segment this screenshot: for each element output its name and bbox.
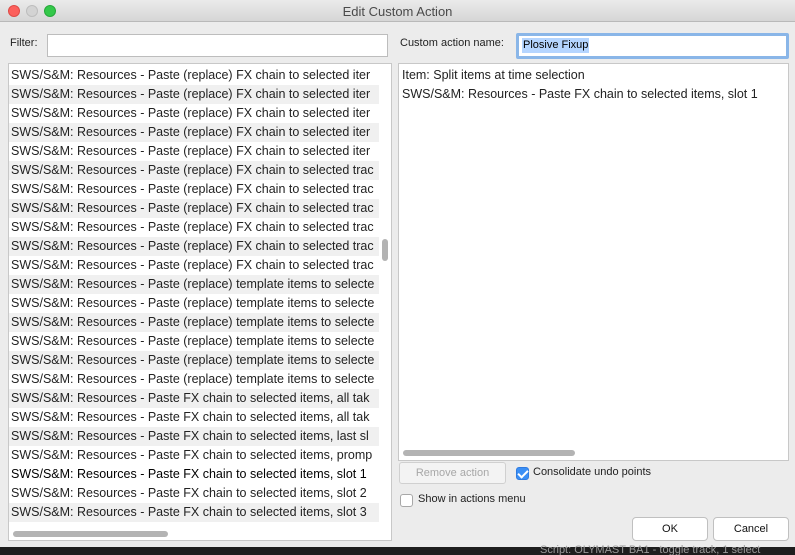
action-list-item[interactable]: SWS/S&M: Resources - Paste (replace) FX …: [9, 85, 379, 104]
action-list-item[interactable]: SWS/S&M: Resources - Paste FX chain to s…: [9, 503, 379, 522]
cancel-button[interactable]: Cancel: [713, 517, 789, 541]
action-list-vertical-scrollbar[interactable]: [382, 239, 388, 261]
steps-horizontal-scrollbar[interactable]: [403, 450, 575, 456]
action-list-item[interactable]: SWS/S&M: Resources - Paste (replace) FX …: [9, 237, 379, 256]
action-list-item[interactable]: SWS/S&M: Resources - Paste FX chain to s…: [9, 446, 379, 465]
action-list-item[interactable]: SWS/S&M: Resources - Paste (replace) FX …: [9, 180, 379, 199]
custom-action-steps-list[interactable]: Item: Split items at time selection SWS/S…: [398, 63, 789, 461]
action-list-item[interactable]: SWS/S&M: Resources - Paste (replace) tem…: [9, 332, 379, 351]
action-list-item[interactable]: SWS/S&M: Resources - Paste (replace) tem…: [9, 313, 379, 332]
background-window-text: Script: OLYMAST BA1 - toggle track, 1 se…: [540, 544, 761, 555]
filter-label: Filter:: [10, 37, 38, 49]
action-list-item[interactable]: SWS/S&M: Resources - Paste (replace) FX …: [9, 161, 379, 180]
remove-action-button[interactable]: Remove action: [399, 462, 506, 484]
action-list-item[interactable]: SWS/S&M: Resources - Paste (replace) tem…: [9, 351, 379, 370]
action-list-item[interactable]: SWS/S&M: Resources - Paste FX chain to s…: [9, 465, 379, 484]
action-list-item[interactable]: SWS/S&M: Resources - Paste (replace) FX …: [9, 256, 379, 275]
action-list-item[interactable]: SWS/S&M: Resources - Paste FX chain to s…: [9, 408, 379, 427]
action-list[interactable]: SWS/S&M: Resources - Paste (replace) FX …: [8, 63, 392, 541]
custom-action-name-input[interactable]: Plosive Fixup: [516, 33, 789, 59]
show-in-actions-menu-label: Show in actions menu: [418, 493, 526, 505]
edit-custom-action-window: Edit Custom Action Filter: SWS/S&M: Reso…: [0, 0, 795, 555]
action-list-rows: SWS/S&M: Resources - Paste (replace) FX …: [9, 66, 379, 522]
action-list-item[interactable]: SWS/S&M: Resources - Paste (replace) FX …: [9, 123, 379, 142]
action-list-item[interactable]: SWS/S&M: Resources - Paste (replace) FX …: [9, 104, 379, 123]
show-in-actions-menu-checkbox[interactable]: [400, 494, 413, 507]
action-list-item[interactable]: SWS/S&M: Resources - Paste (replace) tem…: [9, 275, 379, 294]
action-list-item[interactable]: SWS/S&M: Resources - Paste FX chain to s…: [9, 389, 379, 408]
action-list-item[interactable]: SWS/S&M: Resources - Paste (replace) FX …: [9, 142, 379, 161]
custom-action-name-value: Plosive Fixup: [522, 38, 590, 53]
action-list-item[interactable]: SWS/S&M: Resources - Paste FX chain to s…: [9, 484, 379, 503]
consolidate-undo-label: Consolidate undo points: [533, 466, 652, 478]
consolidate-undo-checkbox[interactable]: [516, 467, 529, 480]
title-bar: Edit Custom Action: [0, 0, 795, 22]
action-list-item[interactable]: SWS/S&M: Resources - Paste (replace) FX …: [9, 66, 379, 85]
action-list-horizontal-scrollbar[interactable]: [13, 531, 168, 537]
custom-action-name-label: Custom action name:: [400, 37, 504, 49]
action-list-item[interactable]: SWS/S&M: Resources - Paste (replace) FX …: [9, 218, 379, 237]
filter-input[interactable]: [47, 34, 388, 57]
action-list-item[interactable]: SWS/S&M: Resources - Paste (replace) FX …: [9, 199, 379, 218]
custom-action-step[interactable]: SWS/S&M: Resources - Paste FX chain to s…: [399, 85, 788, 104]
action-list-item[interactable]: SWS/S&M: Resources - Paste FX chain to s…: [9, 427, 379, 446]
action-list-item[interactable]: SWS/S&M: Resources - Paste (replace) tem…: [9, 370, 379, 389]
custom-action-step[interactable]: Item: Split items at time selection: [399, 66, 788, 85]
window-title: Edit Custom Action: [342, 4, 453, 19]
action-list-item[interactable]: SWS/S&M: Resources - Paste (replace) tem…: [9, 294, 379, 313]
ok-button[interactable]: OK: [632, 517, 708, 541]
steps-rows: Item: Split items at time selection SWS/S…: [399, 64, 788, 104]
